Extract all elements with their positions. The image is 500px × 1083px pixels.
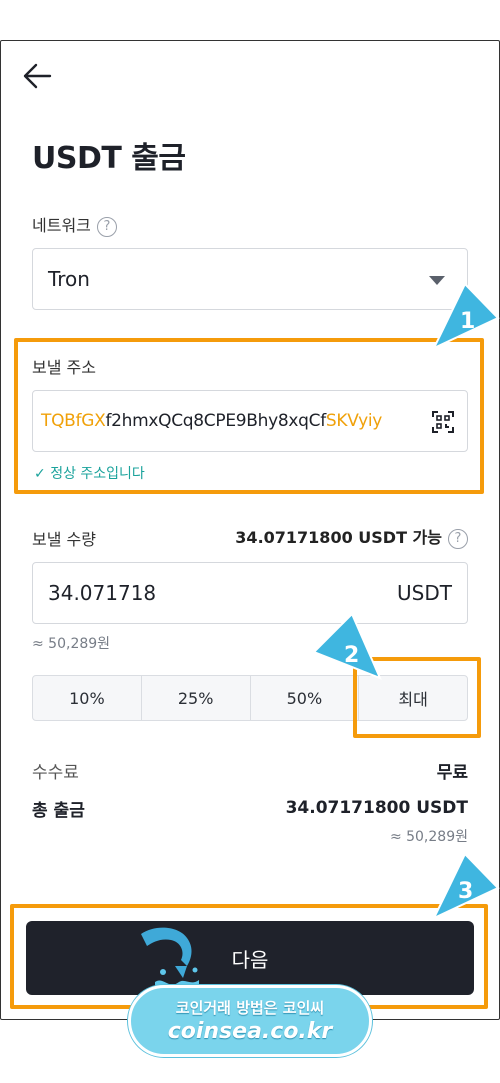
watermark-line1: 코인거래 방법은 코인씨 [175, 999, 325, 1017]
amount-input[interactable]: 34.071718 USDT [32, 562, 468, 624]
step-marker-1-label: 1 [460, 309, 475, 334]
total-value: 34.07171800 USDT [285, 798, 468, 818]
amount-unit: USDT [397, 581, 452, 605]
percent-25-button[interactable]: 25% [142, 676, 251, 720]
page-title: USDT 출금 [32, 141, 186, 176]
network-select[interactable]: Tron [32, 248, 468, 310]
back-arrow-icon[interactable] [22, 62, 52, 90]
percent-10-button[interactable]: 10% [33, 676, 142, 720]
available-balance-text: 34.07171800 USDT 가능 [235, 528, 442, 547]
step-marker-3: 3 [431, 852, 500, 921]
step-marker-2-label: 2 [344, 643, 359, 668]
highlight-frame-address [14, 338, 484, 494]
amount-krw-approx: ≈ 50,289원 [32, 636, 111, 652]
watermark-line2: coinsea.co.kr [167, 1019, 333, 1044]
percent-50-button[interactable]: 50% [251, 676, 360, 720]
network-selected-value: Tron [48, 267, 90, 291]
fee-label: 수수료 [32, 763, 79, 783]
step-marker-2: 2 [312, 612, 382, 680]
total-krw-approx: ≈ 50,289원 [389, 829, 468, 845]
network-label: 네트워크? [32, 212, 117, 237]
total-label: 총 출금 [32, 801, 85, 821]
amount-label: 보낼 수량 [32, 530, 96, 549]
available-balance: 34.07171800 USDT 가능? [235, 524, 468, 549]
network-label-text: 네트워크 [32, 216, 91, 235]
amount-value: 34.071718 [48, 581, 157, 605]
watermark-badge: 코인거래 방법은 코인씨 coinsea.co.kr [128, 985, 372, 1057]
help-icon[interactable]: ? [448, 528, 468, 549]
step-marker-1: 1 [431, 282, 500, 351]
help-icon[interactable]: ? [96, 216, 117, 237]
fee-value: 무료 [436, 763, 468, 783]
step-marker-3-label: 3 [458, 879, 473, 904]
